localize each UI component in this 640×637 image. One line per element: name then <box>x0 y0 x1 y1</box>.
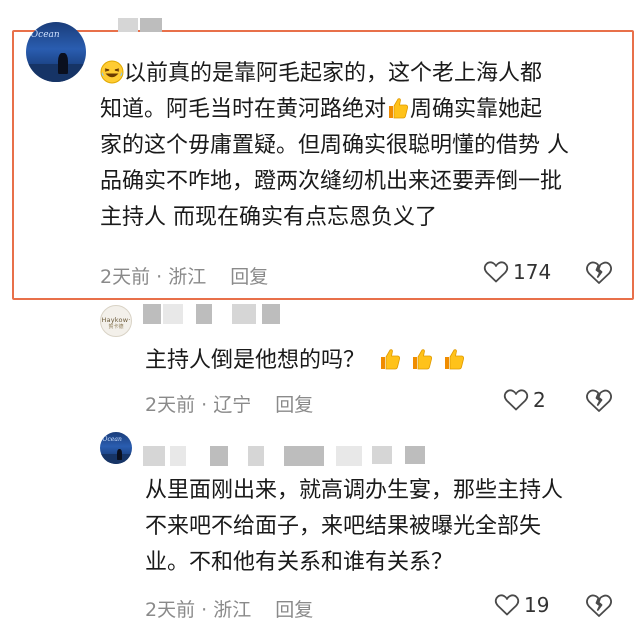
username-mosaic <box>372 446 392 464</box>
broken-heart-icon[interactable] <box>585 260 613 286</box>
like-button[interactable]: 19 <box>494 593 549 617</box>
username-mosaic <box>210 446 228 466</box>
heart-outline-icon <box>483 261 509 283</box>
comment-line: 知道。阿毛当时在黄河路绝对 <box>100 97 387 122</box>
reply-button[interactable]: 回复 <box>275 599 313 621</box>
username-mosaic <box>336 446 362 466</box>
comment-line: 品确实不咋地，蹬两次缝纫机出来还要弄倒一批 <box>100 169 563 194</box>
username-mosaic <box>143 446 165 466</box>
like-button[interactable]: 2 <box>503 388 546 412</box>
username-mosaic <box>262 304 280 324</box>
thumbs-up-emoji-icon <box>445 349 465 370</box>
time-location: 2天前 · 浙江 <box>145 599 252 621</box>
comment-meta: 2天前 · 辽宁 回复 <box>145 390 313 417</box>
avatar[interactable]: Ocean <box>100 432 132 464</box>
reply-button[interactable]: 回复 <box>230 266 268 288</box>
comment-line: 主持人倒是他想的吗？ <box>145 348 366 373</box>
comment-line: 主持人 而现在确实有点忘恩负义了 <box>100 205 437 230</box>
avatar[interactable]: Haykow· 賀卡德 <box>100 305 132 337</box>
broken-heart-icon[interactable] <box>585 388 613 414</box>
grinning-squinting-emoji-icon <box>100 60 124 84</box>
time-location: 2天前 · 浙江 <box>100 266 207 288</box>
thumbs-up-emoji-icon <box>381 349 401 370</box>
time-location: 2天前 · 辽宁 <box>145 394 252 416</box>
thumbs-up-emoji-icon <box>413 349 433 370</box>
comment-meta: 2天前 · 浙江 回复 <box>100 262 268 289</box>
username-mosaic <box>284 446 324 466</box>
comment-line: 业。不和他有关系和谁有关系？ <box>145 550 454 575</box>
comment-text: 从里面刚出来，就高调办生宴，那些主持人 不来吧不给面子，来吧结果被曝光全部失 业… <box>145 473 563 581</box>
username-mosaic <box>232 304 256 324</box>
username-mosaic <box>170 446 186 466</box>
heart-outline-icon <box>503 389 529 411</box>
thumbs-up-emoji-icon <box>389 98 409 119</box>
username-mosaic <box>143 304 161 324</box>
username-mosaic <box>248 446 264 466</box>
heart-outline-icon <box>494 594 520 616</box>
comment-meta: 2天前 · 浙江 回复 <box>145 595 313 622</box>
comment-line: 从里面刚出来，就高调办生宴，那些主持人 <box>145 478 564 503</box>
avatar[interactable]: Ocean <box>26 22 86 82</box>
comment-line: 以前真的是靠阿毛起家的，这个老上海人都 <box>124 61 543 86</box>
like-button[interactable]: 174 <box>483 260 551 284</box>
like-count: 174 <box>513 260 552 284</box>
like-count: 2 <box>533 388 546 412</box>
username-mosaic <box>118 18 138 32</box>
comment-line: 不来吧不给面子，来吧结果被曝光全部失 <box>145 514 542 539</box>
username-mosaic <box>163 304 183 324</box>
comment-line: 家的这个毋庸置疑。但周确实很聪明懂的借势 人 <box>100 133 569 158</box>
reply-button[interactable]: 回复 <box>275 394 313 416</box>
comment-text: 主持人倒是他想的吗？ <box>145 343 466 379</box>
username-mosaic <box>405 446 425 464</box>
broken-heart-icon[interactable] <box>585 593 613 619</box>
avatar-brand-sub: 賀卡德 <box>108 323 124 330</box>
comment-text: 以前真的是靠阿毛起家的，这个老上海人都 知道。阿毛当时在黄河路绝对 周确实靠她起… <box>100 56 569 236</box>
like-count: 19 <box>524 593 550 617</box>
username-mosaic <box>140 18 162 32</box>
username-mosaic <box>196 304 212 324</box>
comment-line: 周确实靠她起 <box>410 97 543 122</box>
